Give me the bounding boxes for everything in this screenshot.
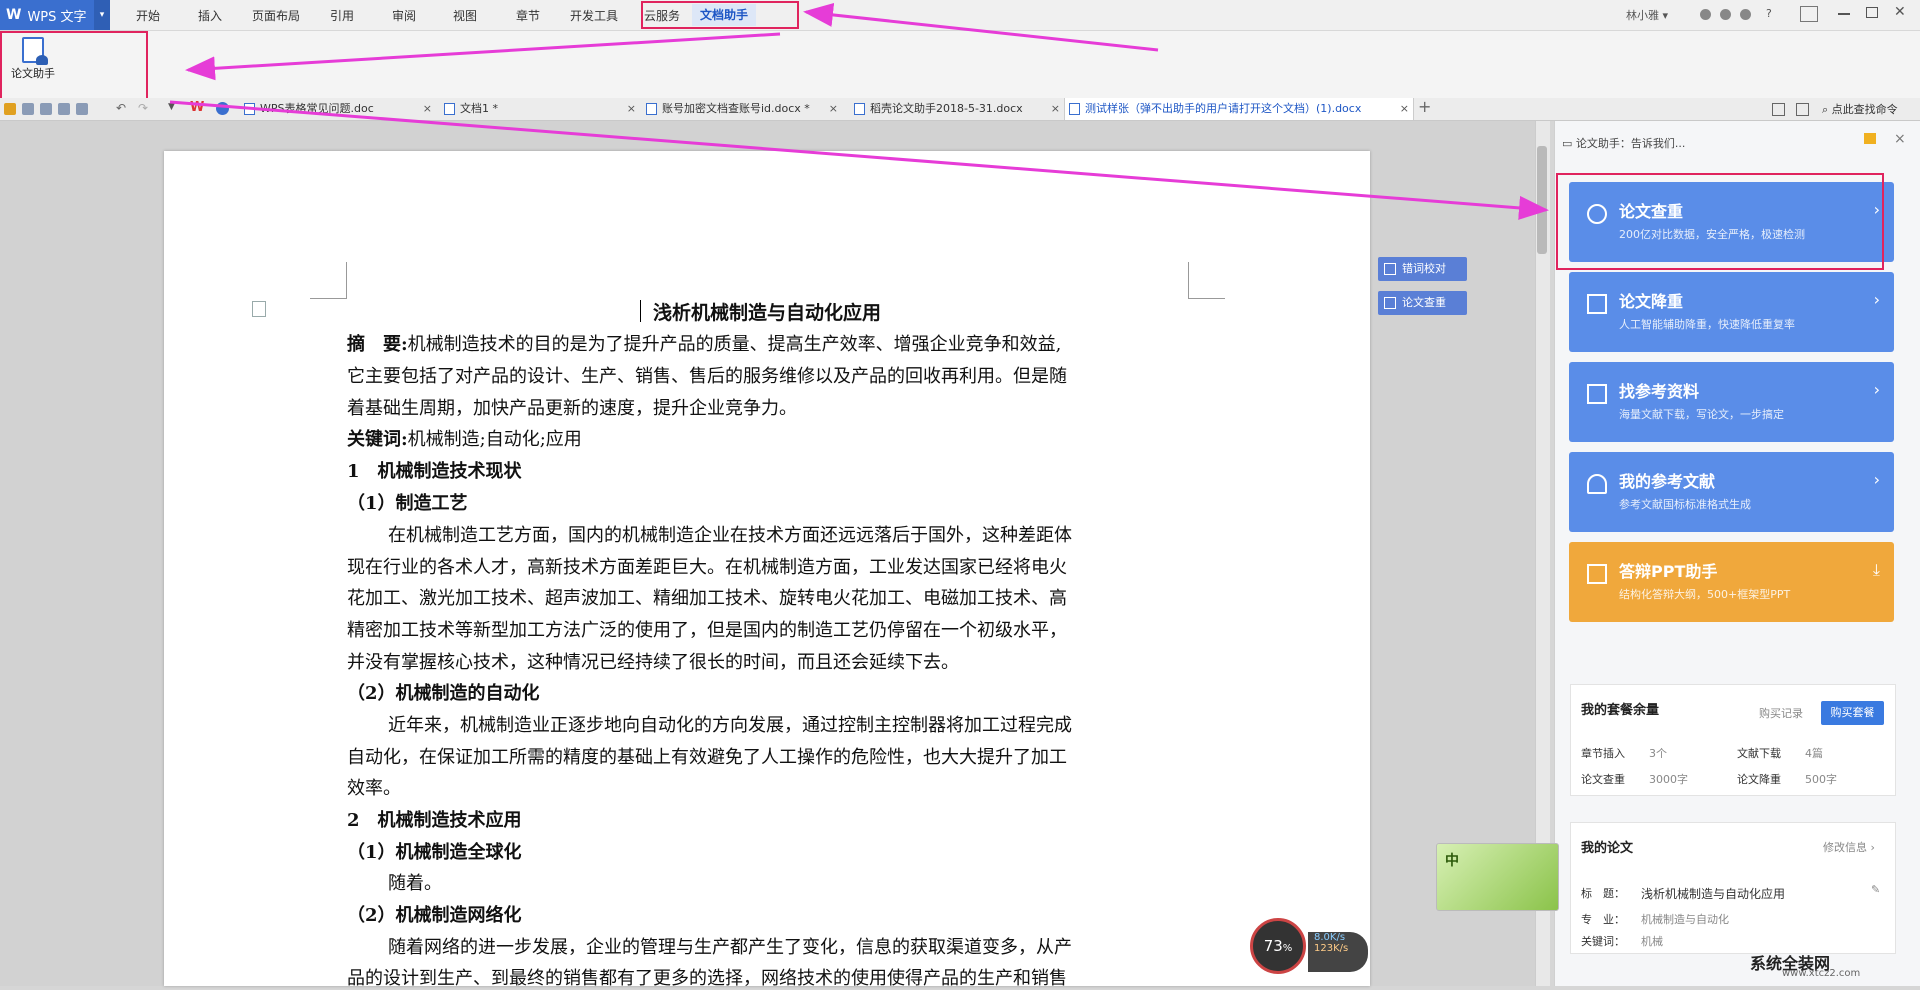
annotation-arrows xyxy=(169,2,1549,220)
arrow-to-menu xyxy=(803,2,1159,52)
arrow-to-ribbon xyxy=(185,32,781,81)
arrow-to-panel xyxy=(169,100,1549,220)
